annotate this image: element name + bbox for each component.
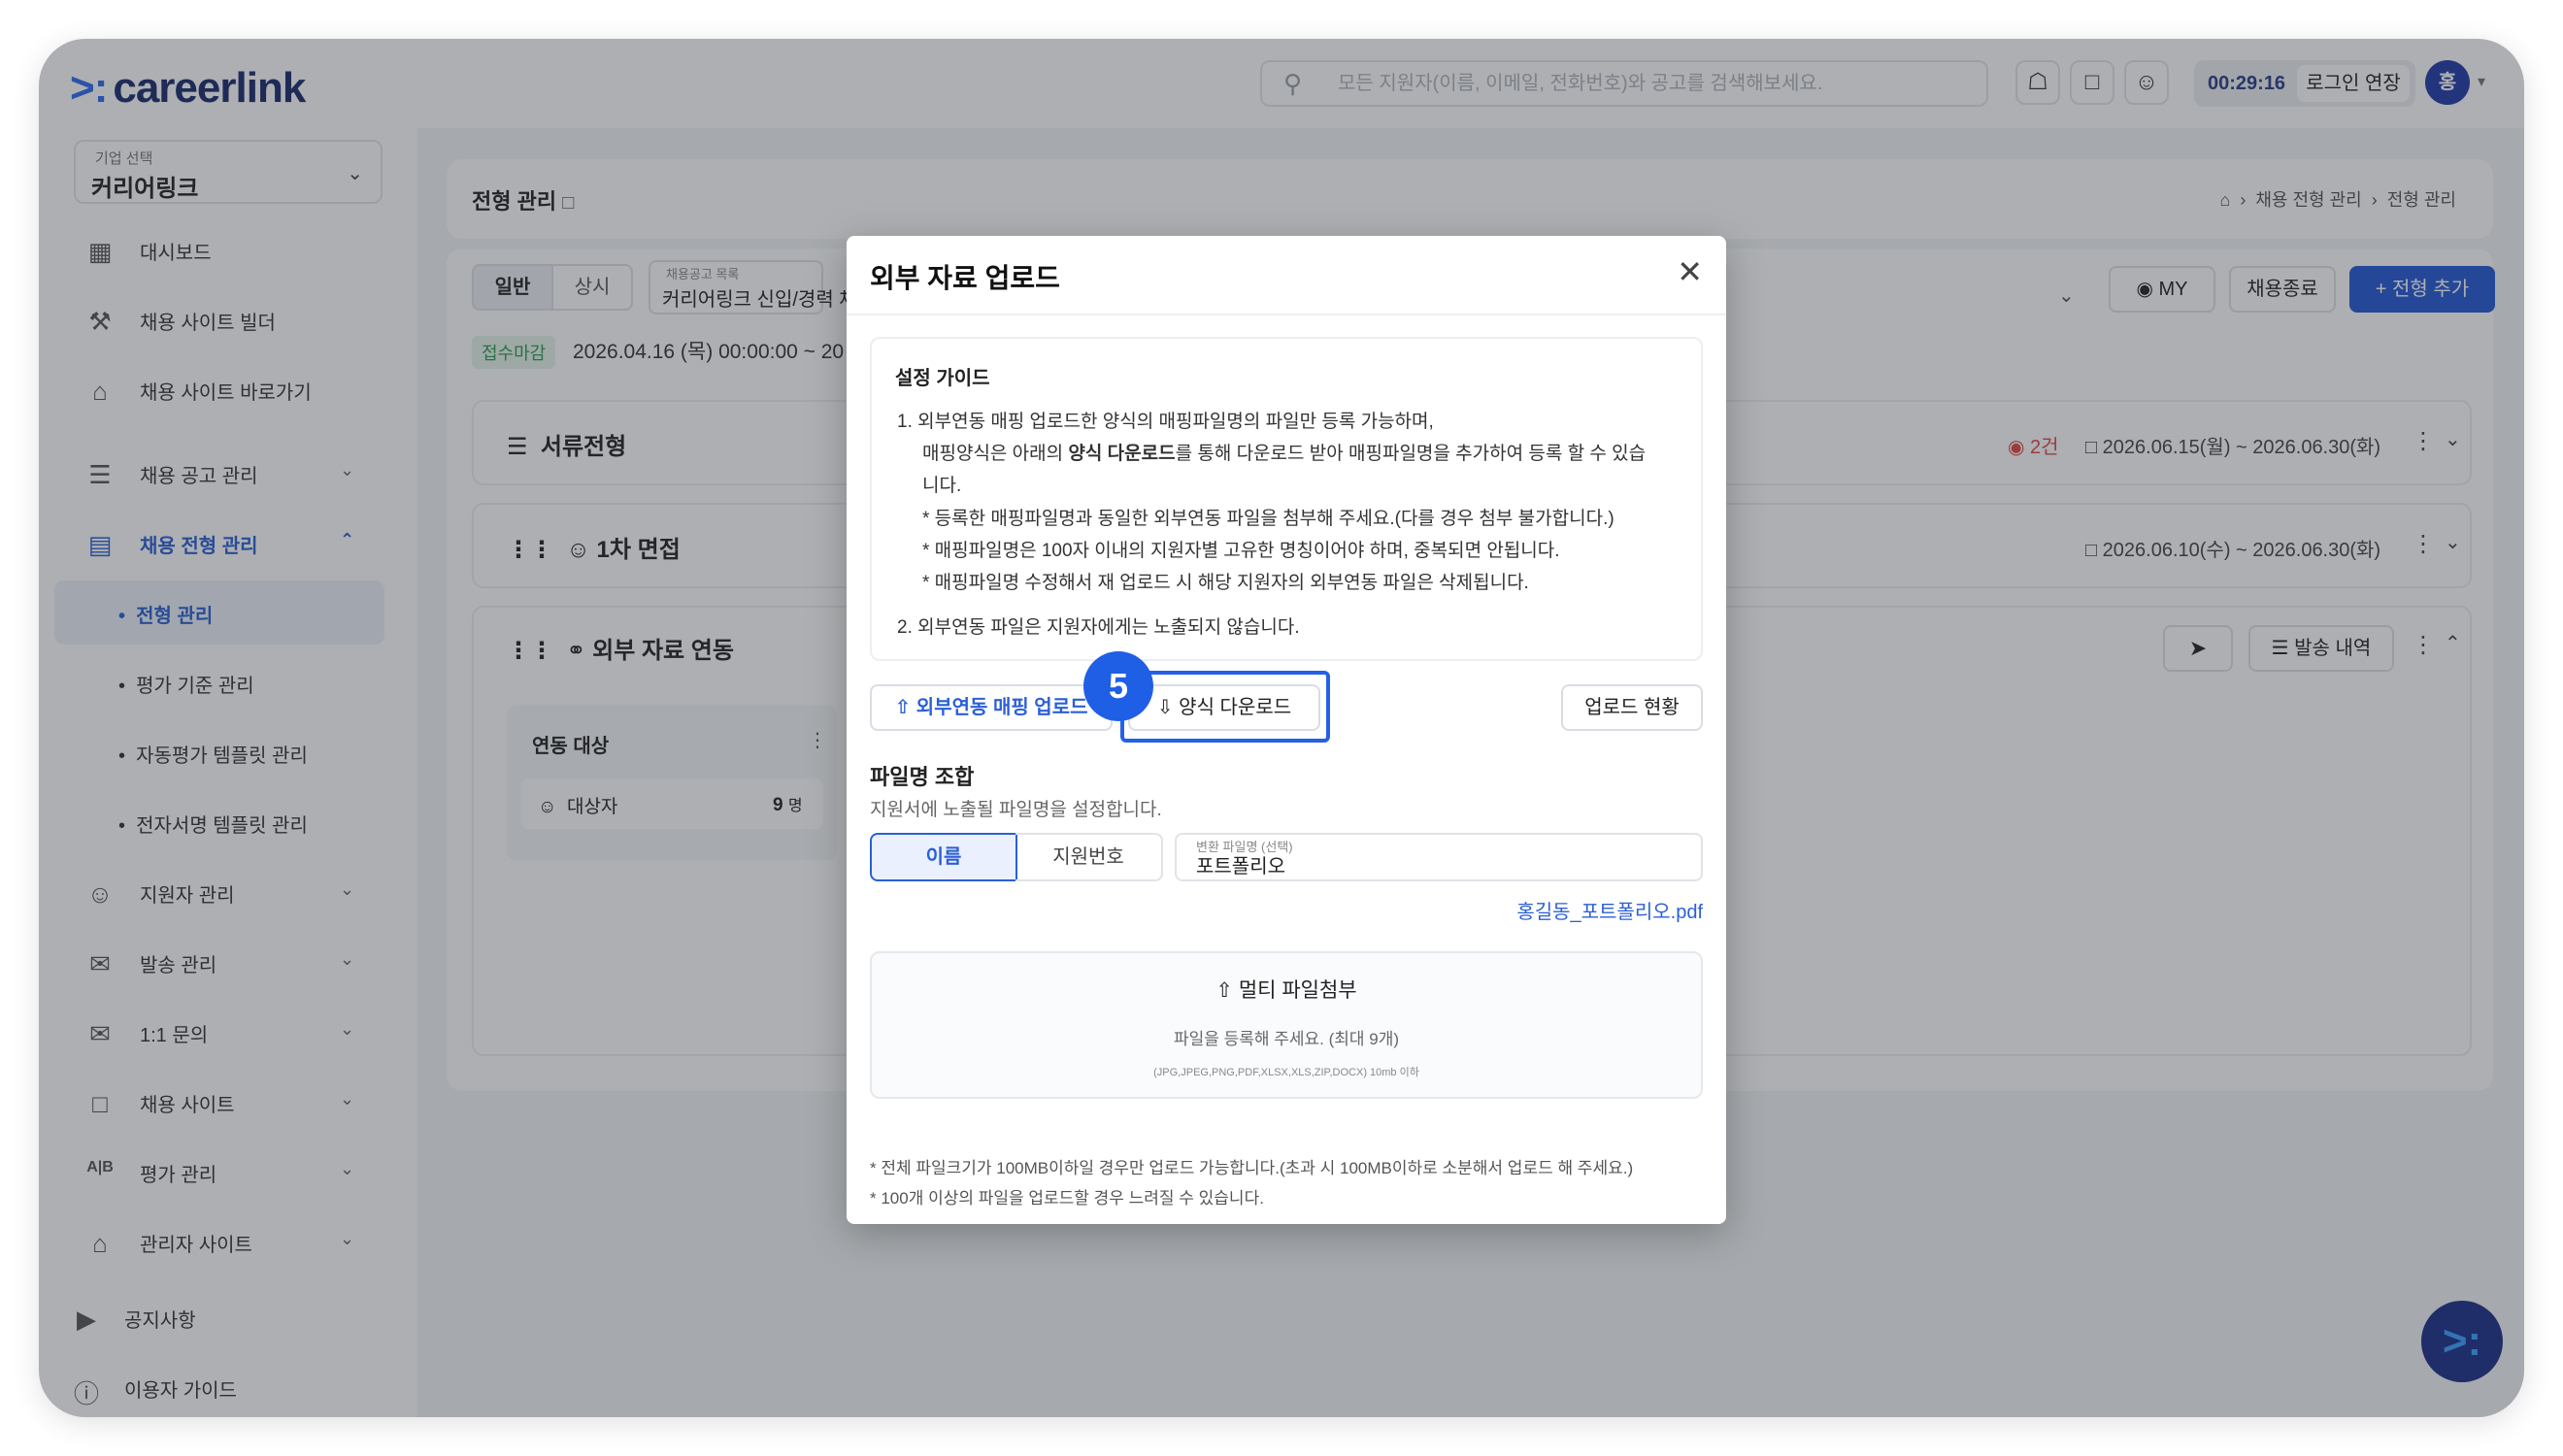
upload-icon: ⇧ bbox=[1215, 979, 1233, 1002]
step-badge: 5 bbox=[1083, 651, 1153, 721]
guide-line: * 매핑파일명은 100자 이내의 지원자별 고유한 명칭이어야 하며, 중복되… bbox=[922, 541, 1560, 561]
dropzone-title-text: 멀티 파일첨부 bbox=[1238, 979, 1357, 1002]
modal-title: 외부 자료 업로드 bbox=[870, 263, 1060, 293]
guide-highlight: 양식 다운로드 bbox=[1068, 444, 1176, 464]
mapping-upload-button[interactable]: ⇧ 외부연동 매핑 업로드 bbox=[870, 684, 1113, 731]
guide-text: 매핑양식은 아래의 bbox=[922, 444, 1069, 464]
upload-note: * 100개 이상의 파일을 업로드할 경우 느려질 수 있습니다. bbox=[870, 1189, 1264, 1208]
upload-note: * 전체 파일크기가 100MB이하일 경우만 업로드 가능합니다.(초과 시 … bbox=[870, 1159, 1634, 1177]
guide-line: 매핑양식은 아래의 양식 다운로드를 통해 다운로드 받아 매핑파일명을 추가하… bbox=[922, 439, 1646, 465]
multi-file-dropzone[interactable]: ⇧ 멀티 파일첨부 파일을 등록해 주세요. (최대 9개) (JPG,JPEG… bbox=[870, 951, 1703, 1099]
chip-applicant-number[interactable]: 지원번호 bbox=[1015, 833, 1163, 881]
guide-text: 를 통해 다운로드 받아 매핑파일명을 추가하여 등록 할 수 있습 bbox=[1175, 444, 1647, 464]
external-upload-modal: 외부 자료 업로드 ✕ 설정 가이드 1. 외부연동 매핑 업로드한 양식의 매… bbox=[847, 236, 1726, 1224]
dropzone-formats: (JPG,JPEG,PNG,PDF,XLSX,XLS,ZIP,DOCX) 10m… bbox=[1153, 1067, 1419, 1078]
modal-divider bbox=[847, 314, 1726, 315]
guide-line: 2. 외부연동 파일은 지원자에게는 노출되지 않습니다. bbox=[897, 617, 1300, 638]
convert-filename-value: 포트폴리오 bbox=[1196, 856, 1285, 877]
filename-section-title: 파일명 조합 bbox=[870, 765, 975, 789]
close-button[interactable]: ✕ bbox=[1677, 253, 1703, 290]
mapping-upload-label: 외부연동 매핑 업로드 bbox=[915, 697, 1088, 718]
guide-line: 1. 외부연동 매핑 업로드한 양식의 매핑파일명의 파일만 등록 가능하며, bbox=[897, 412, 1434, 432]
setup-guide: 설정 가이드 1. 외부연동 매핑 업로드한 양식의 매핑파일명의 파일만 등록… bbox=[870, 337, 1703, 661]
guide-title: 설정 가이드 bbox=[895, 368, 990, 389]
close-icon: ✕ bbox=[1677, 254, 1703, 289]
guide-line: * 매핑파일명 수정해서 재 업로드 시 해당 지원자의 외부연동 파일은 삭제… bbox=[922, 573, 1529, 593]
filename-section-desc: 지원서에 노출될 파일명을 설정합니다. bbox=[870, 800, 1162, 820]
guide-line: * 등록한 매핑파일명과 동일한 외부연동 파일을 첨부해 주세요.(다를 경우… bbox=[922, 509, 1614, 529]
upload-status-button[interactable]: 업로드 현황 bbox=[1561, 684, 1703, 731]
dropzone-desc: 파일을 등록해 주세요. (최대 9개) bbox=[1173, 1030, 1400, 1048]
convert-filename-input[interactable]: 변환 파일명 (선택) 포트폴리오 bbox=[1175, 833, 1703, 881]
filename-preview: 홍길동_포트폴리오.pdf bbox=[1516, 902, 1703, 923]
upload-icon: ⇧ bbox=[894, 697, 912, 718]
guide-line: 니다. bbox=[922, 476, 962, 496]
dropzone-title: ⇧ 멀티 파일첨부 bbox=[872, 975, 1701, 1004]
app-window: >: careerlink ⚲ 모든 지원자(이름, 이메일, 전화번호)와 공고를… bbox=[39, 39, 2524, 1417]
chip-name[interactable]: 이름 bbox=[870, 833, 1017, 881]
